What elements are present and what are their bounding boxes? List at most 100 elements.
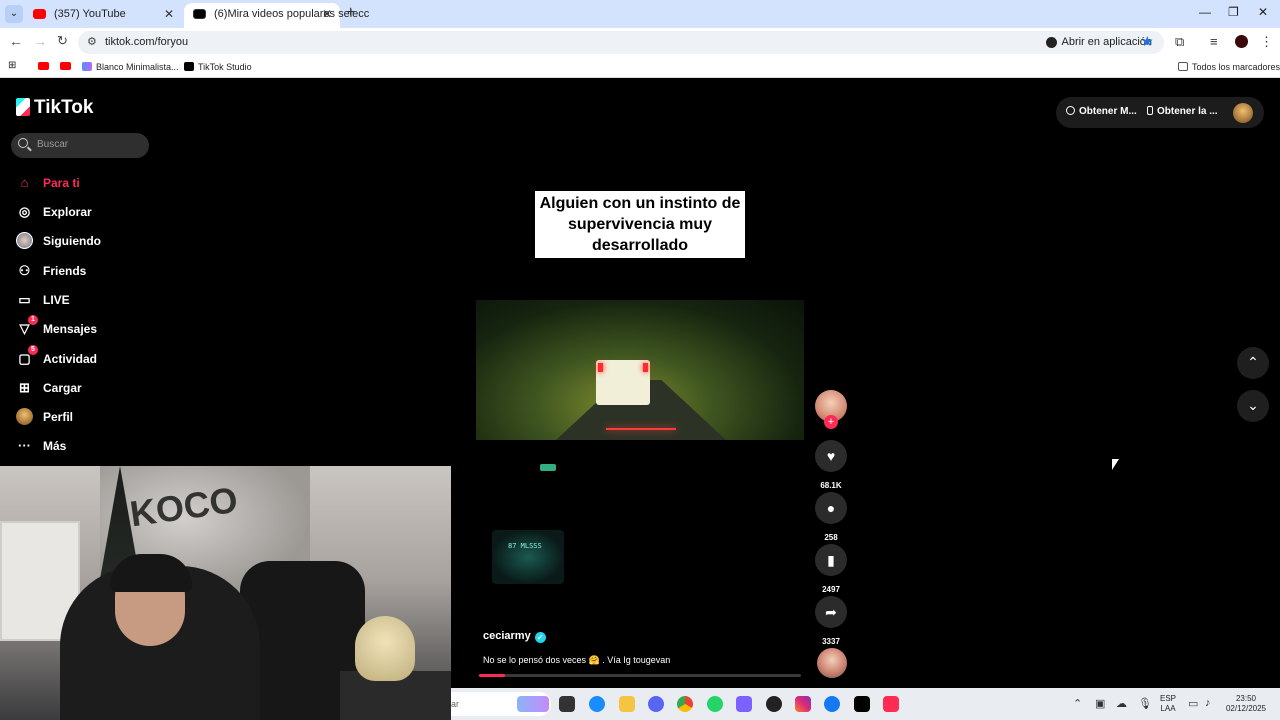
- user-avatar[interactable]: [1233, 103, 1253, 123]
- close-tab-icon[interactable]: ✕: [164, 3, 174, 26]
- chrome-icon[interactable]: [677, 696, 693, 712]
- sidebar-item-label: Más: [43, 439, 67, 453]
- share-count: 3337: [822, 637, 840, 646]
- share-action[interactable]: ➦ 3337: [815, 596, 847, 646]
- sidebar-item-label: Cargar: [43, 381, 82, 395]
- browser-toolbar: ← → ↻ ⚙ tiktok.com/foryou Abrir en aplic…: [0, 28, 1280, 56]
- media-controls-icon[interactable]: ≡: [1210, 34, 1218, 49]
- heart-icon[interactable]: ♥: [815, 440, 847, 472]
- share-icon[interactable]: ➦: [815, 596, 847, 628]
- url-text[interactable]: tiktok.com/foryou: [105, 36, 188, 48]
- comment-icon[interactable]: ●: [815, 492, 847, 524]
- youtube-studio-bookmark-icon[interactable]: [60, 62, 71, 70]
- sidebar-item-label: Explorar: [43, 205, 92, 219]
- webcam-overlay: KOCO: [0, 466, 451, 720]
- reload-button[interactable]: ↻: [57, 33, 68, 49]
- tiktok-icon: [193, 9, 206, 19]
- instagram-icon[interactable]: [795, 696, 811, 712]
- video-progress-bar[interactable]: [479, 674, 801, 677]
- video-description: No se lo pensó dos veces 🤗 . Vía Ig toug…: [483, 655, 671, 665]
- webcam-streamer-cap: [110, 554, 192, 592]
- tiktok-studio-taskbar-icon[interactable]: [883, 696, 899, 712]
- verified-icon: ✓: [534, 632, 546, 643]
- bookmark-blanco-minimalista[interactable]: Blanco Minimalista...: [82, 62, 179, 72]
- search-input[interactable]: Buscar: [11, 133, 149, 158]
- browser-profile-avatar[interactable]: [1235, 35, 1248, 48]
- friends-icon: ⚇: [18, 263, 31, 278]
- tray-app-icon[interactable]: ▣: [1095, 697, 1105, 710]
- bookmarks-bar: ⊞ Blanco Minimalista... TikTok Studio To…: [0, 56, 1280, 78]
- video-author[interactable]: ceciarmy ✓: [483, 630, 546, 643]
- video-road-scene: [476, 300, 804, 440]
- get-app-button[interactable]: Obtener la ...: [1147, 106, 1218, 117]
- tiktok-taskbar-icon[interactable]: [854, 696, 870, 712]
- tab-youtube[interactable]: (357) YouTube ✕: [24, 3, 182, 28]
- whatsapp-icon[interactable]: [707, 696, 723, 712]
- all-bookmarks-button[interactable]: Todos los marcadores: [1178, 62, 1280, 72]
- onedrive-icon[interactable]: ☁: [1116, 697, 1127, 710]
- sidebar-item-label: Para ti: [43, 176, 80, 190]
- task-view-icon[interactable]: [559, 696, 575, 712]
- tab-search-button[interactable]: ⌄: [5, 5, 23, 23]
- sidebar-item-label: Actividad: [43, 352, 98, 366]
- tiktok-logo[interactable]: TikTok: [16, 97, 93, 119]
- comment-count: 258: [824, 533, 838, 542]
- video-caption-overlay: Alguien con un instinto de supervivencia…: [535, 191, 745, 258]
- widget-icon[interactable]: [517, 696, 549, 712]
- canva-icon: [82, 62, 92, 71]
- like-action[interactable]: ♥ 68.1K: [815, 440, 847, 490]
- notification-badge: 5: [28, 345, 38, 355]
- bookmark-tiktok-studio[interactable]: TikTok Studio: [184, 62, 252, 72]
- youtube-bookmark-icon[interactable]: [38, 62, 49, 70]
- apps-grid-icon[interactable]: ⊞: [8, 60, 16, 71]
- mouse-cursor: [1112, 459, 1119, 470]
- tab-tiktok[interactable]: (6)Mira videos populares selecc ✕: [184, 3, 369, 28]
- folder-icon: [1178, 62, 1188, 71]
- home-icon: ⌂: [20, 175, 29, 190]
- restore-button[interactable]: ❐: [1228, 5, 1239, 19]
- scene-van: [596, 360, 650, 405]
- music-disc-avatar[interactable]: [817, 648, 847, 678]
- live-icon: ▭: [18, 292, 31, 307]
- car-radio-display: 87 MLSSS: [492, 530, 564, 584]
- volume-icon[interactable]: ♪: [1205, 697, 1211, 709]
- close-tab-icon[interactable]: ✕: [322, 3, 332, 26]
- browser-menu-icon[interactable]: ⋮: [1260, 34, 1273, 50]
- next-video-button[interactable]: ⌄: [1237, 390, 1269, 422]
- save-action[interactable]: ▮ 2497: [815, 544, 847, 594]
- facebook-icon[interactable]: [824, 696, 840, 712]
- browser-tab-strip: ⌄ (357) YouTube ✕ (6)Mira videos popular…: [0, 0, 1280, 28]
- previous-video-button[interactable]: ⌃: [1237, 347, 1269, 379]
- file-explorer-icon[interactable]: [619, 696, 635, 712]
- upload-icon: ⊞: [19, 380, 30, 395]
- extensions-icon[interactable]: ⧉: [1175, 34, 1184, 50]
- get-coins-button[interactable]: Obtener M...: [1066, 106, 1137, 117]
- microphone-icon[interactable]: 🎙: [1138, 697, 1152, 710]
- bookmark-star-icon[interactable]: ★: [1141, 33, 1154, 50]
- follow-plus-button[interactable]: +: [824, 415, 838, 429]
- new-tab-button[interactable]: +: [346, 4, 355, 22]
- tiktok-note-icon: [16, 98, 30, 116]
- network-icon[interactable]: ▭: [1188, 697, 1198, 710]
- open-in-app-button[interactable]: Abrir en aplicación: [1045, 33, 1152, 52]
- minimize-button[interactable]: —: [1199, 5, 1211, 19]
- bookmark-icon[interactable]: ▮: [815, 544, 847, 576]
- close-window-button[interactable]: ✕: [1258, 5, 1268, 19]
- radio-display-text: 87 MLSSS: [508, 542, 542, 550]
- clock[interactable]: 23:50 02/12/2025: [1223, 694, 1269, 714]
- tray-chevron-icon[interactable]: ⌃: [1073, 697, 1082, 710]
- comment-action[interactable]: ● 258: [815, 492, 847, 542]
- obs-icon[interactable]: [766, 696, 782, 712]
- site-info-icon[interactable]: ⚙: [87, 35, 97, 48]
- coin-icon: [1066, 106, 1075, 115]
- snipping-tool-icon[interactable]: [736, 696, 752, 712]
- address-bar[interactable]: ⚙ tiktok.com/foryou Abrir en aplicación: [78, 31, 1164, 54]
- phone-icon: [1147, 106, 1153, 115]
- back-button[interactable]: ←: [9, 33, 23, 49]
- forward-button[interactable]: →: [33, 33, 47, 49]
- edge-icon[interactable]: [589, 696, 605, 712]
- discord-icon[interactable]: [648, 696, 664, 712]
- video-progress-fill: [479, 674, 505, 677]
- compass-icon: ◎: [18, 204, 31, 219]
- keyboard-language[interactable]: ESP LAA: [1160, 694, 1176, 714]
